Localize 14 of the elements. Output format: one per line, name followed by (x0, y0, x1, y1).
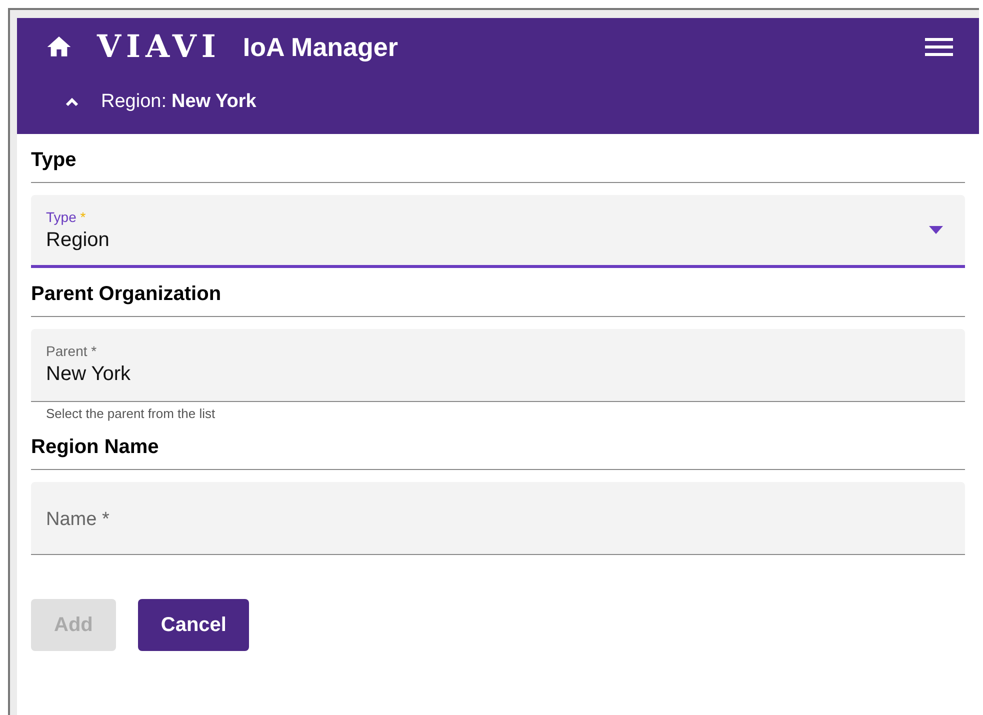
type-select[interactable]: Type * Region (31, 195, 965, 268)
section-heading: Region Name (31, 421, 965, 470)
breadcrumb: Region: New York (101, 91, 256, 113)
app-title: IoA Manager (242, 32, 398, 62)
cancel-button[interactable]: Cancel (138, 599, 250, 651)
helper-text: Select the parent from the list (45, 405, 216, 421)
logo: VIAVI (97, 29, 221, 65)
dropdown-caret-icon (929, 226, 943, 234)
section-heading: Type (31, 134, 965, 183)
input-field[interactable]: Parent * New York (31, 329, 965, 402)
menu-icon[interactable] (925, 35, 953, 59)
chevron-icon[interactable] (65, 97, 79, 107)
section-heading: Parent Organization (31, 268, 965, 317)
input-field[interactable]: Name * (31, 482, 965, 555)
